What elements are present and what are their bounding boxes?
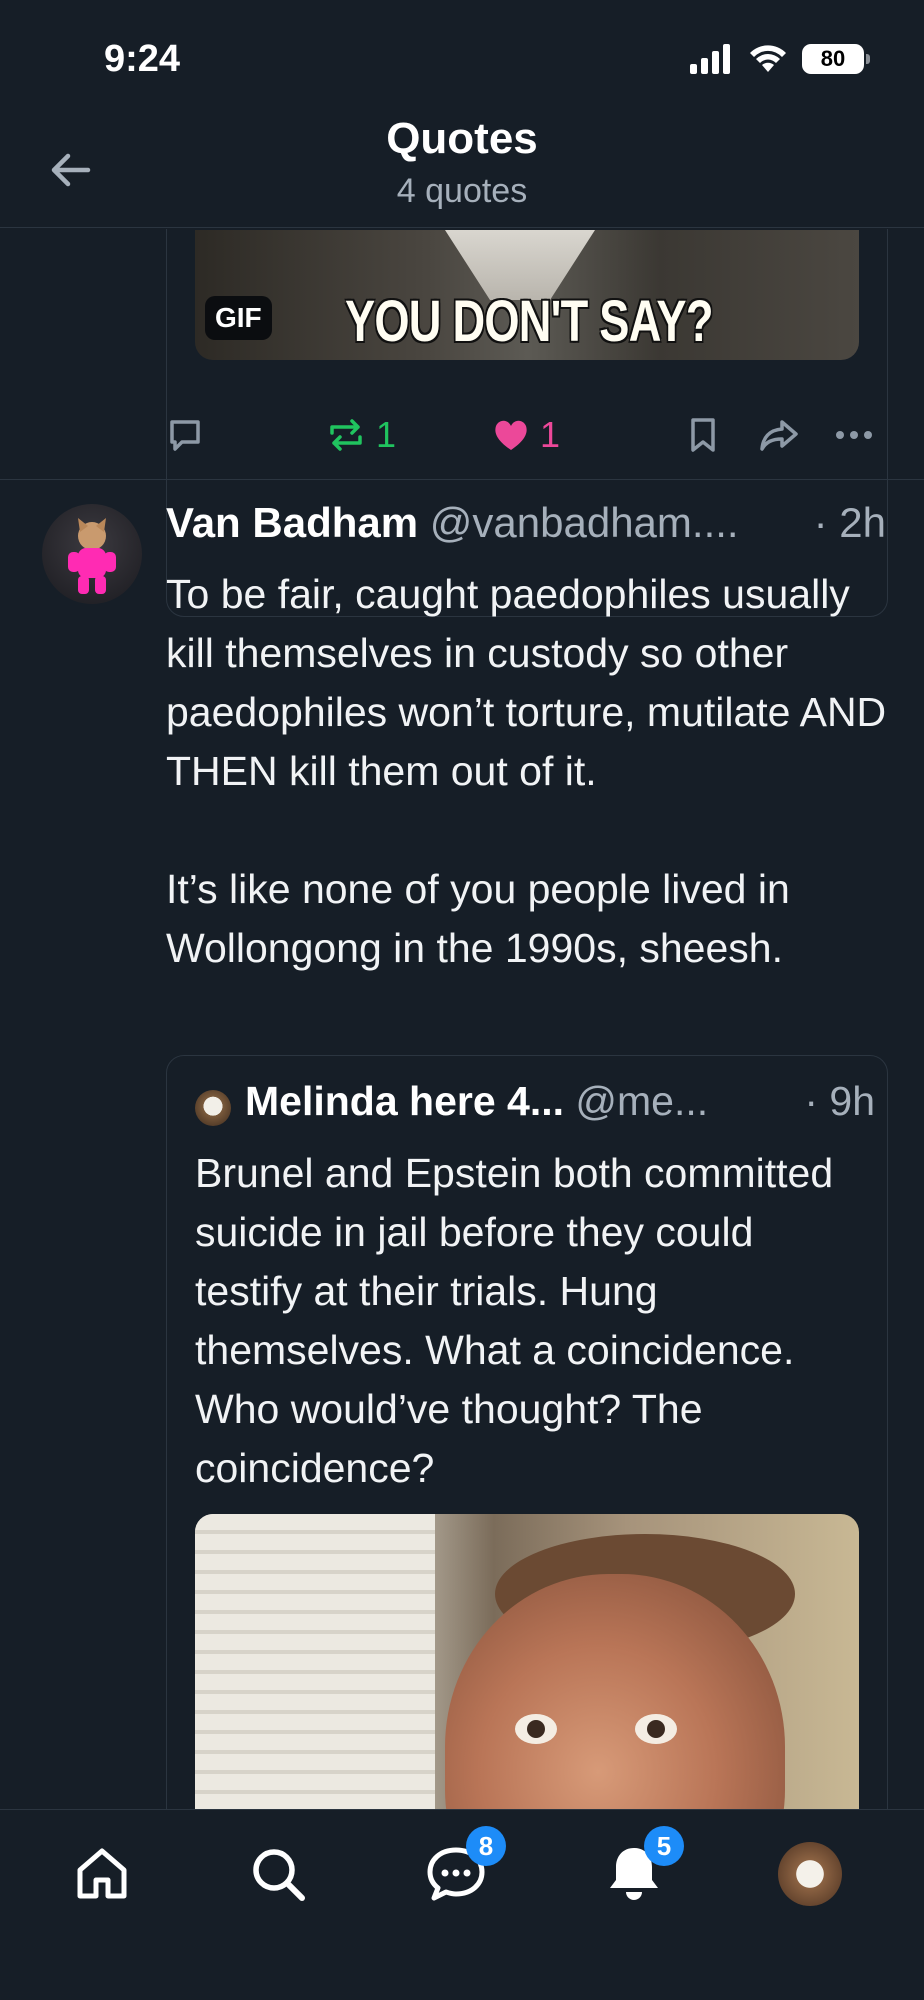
- tab-home[interactable]: [70, 1842, 134, 1906]
- author-avatar[interactable]: [42, 504, 142, 604]
- page-subtitle: 4 quotes: [396, 172, 528, 210]
- post-text-paragraph-1: To be fair, caught paedophiles usually k…: [166, 571, 887, 794]
- notifications-badge: 5: [644, 1826, 684, 1866]
- more-options-button[interactable]: [834, 405, 874, 465]
- profile-avatar[interactable]: [778, 1842, 842, 1906]
- like-count: 1: [540, 414, 561, 455]
- post-header: Van Badham @vanbadham.... · 2h: [166, 499, 896, 547]
- quoted-author-name: Melinda here 4...: [245, 1078, 564, 1124]
- share-icon: [760, 420, 798, 451]
- post-time: · 2h: [813, 499, 886, 546]
- author-handle[interactable]: @vanbadham....: [430, 499, 739, 546]
- reply-button[interactable]: [166, 405, 204, 465]
- gif-blinds-detail: [195, 1514, 435, 1809]
- wifi-icon: [750, 45, 786, 72]
- post-divider: [0, 479, 924, 480]
- repost-count: 1: [376, 414, 397, 455]
- like-button[interactable]: 1: [492, 405, 560, 465]
- tab-notifications[interactable]: 5: [602, 1826, 684, 1906]
- gif-caption: YOU DON'T SAY?: [345, 289, 713, 354]
- bottom-tab-bar: 8 5: [0, 1809, 924, 2000]
- quoted-gif-image[interactable]: [195, 1514, 859, 1809]
- signal-icon: [690, 44, 730, 74]
- status-icons: 80: [690, 44, 870, 74]
- bookmark-button[interactable]: [686, 405, 720, 465]
- reply-icon: [170, 420, 200, 451]
- share-button[interactable]: [758, 405, 800, 465]
- page-title: Quotes: [386, 114, 538, 163]
- repost-icon: [330, 419, 362, 451]
- post-text-paragraph-2: It’s like none of you people lived in Wo…: [166, 866, 790, 971]
- chat-badge: 8: [466, 1826, 506, 1866]
- tab-search[interactable]: [246, 1842, 310, 1906]
- bookmark-icon: [691, 418, 715, 452]
- avatar-image: [68, 518, 116, 594]
- post-body: To be fair, caught paedophiles usually k…: [166, 565, 896, 978]
- home-icon: [77, 1848, 127, 1899]
- gif-eye-detail: [635, 1714, 677, 1744]
- header: Quotes 4 quotes: [0, 110, 924, 228]
- quoted-post-body: Brunel and Epstein both committed suicid…: [195, 1150, 834, 1491]
- gif-image[interactable]: YOU DON'T SAY? GIF: [195, 230, 859, 360]
- tab-chat[interactable]: 8: [424, 1826, 506, 1906]
- quoted-author-avatar: [195, 1090, 231, 1126]
- heart-icon: [495, 420, 527, 450]
- quoted-post-time: · 9h: [804, 1078, 875, 1124]
- gif-eye-detail: [515, 1714, 557, 1744]
- author-name[interactable]: Van Badham: [166, 499, 418, 546]
- quotes-feed[interactable]: YOU DON'T SAY? GIF 1 1 Van Badham @vanba…: [0, 229, 924, 1809]
- battery-icon: 80: [802, 44, 870, 74]
- status-time: 9:24: [104, 38, 181, 80]
- quoted-post-card[interactable]: Melinda here 4... @me... · 9h Brunel and…: [166, 1055, 888, 1809]
- quoted-post-header: Melinda here 4... @me... · 9h: [245, 1078, 875, 1125]
- gif-badge: GIF: [205, 296, 272, 340]
- search-icon: [253, 1849, 305, 1901]
- repost-button[interactable]: 1: [326, 405, 396, 465]
- quoted-author-handle: @me...: [575, 1078, 709, 1124]
- status-bar: 9:24 80: [0, 0, 924, 110]
- more-icon: [836, 431, 872, 439]
- post-actions: 1 1: [166, 405, 886, 465]
